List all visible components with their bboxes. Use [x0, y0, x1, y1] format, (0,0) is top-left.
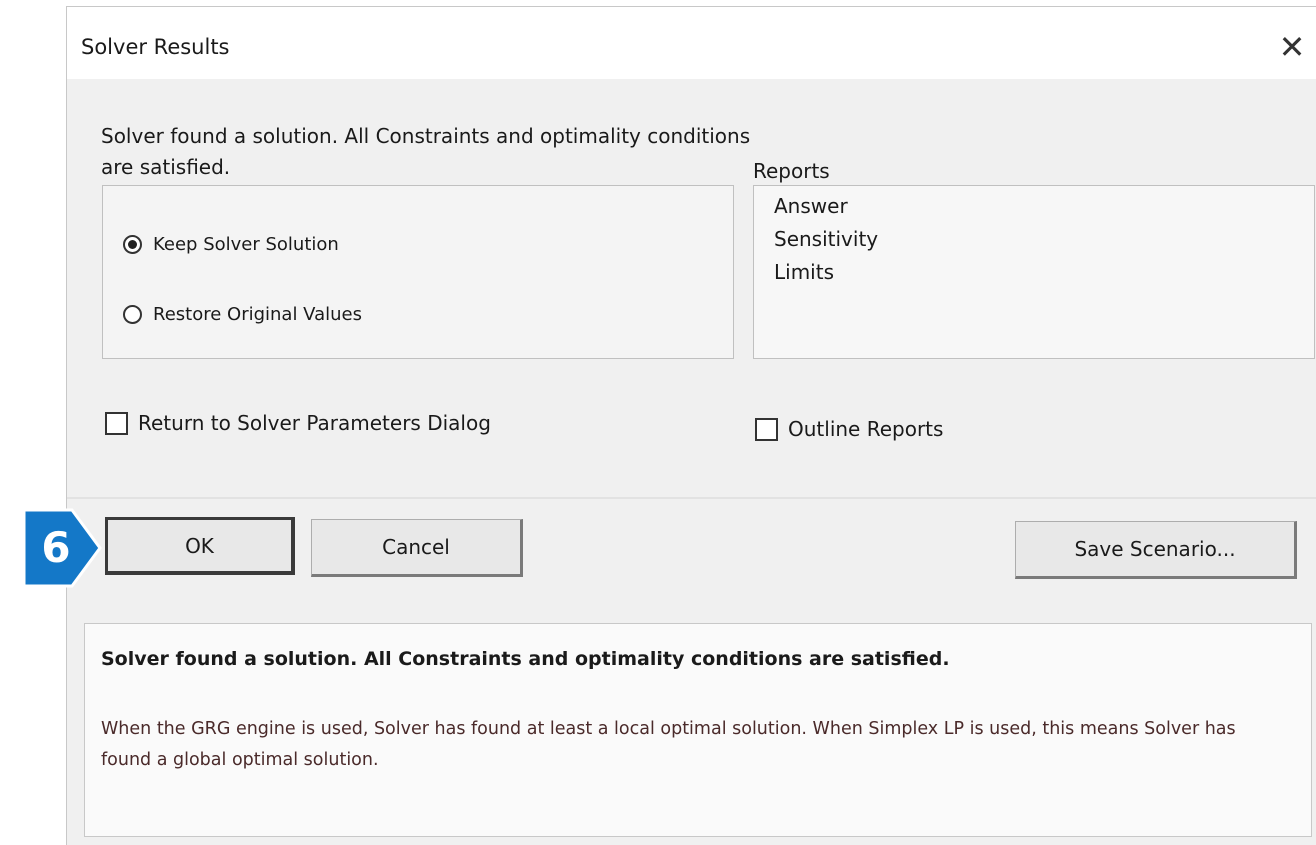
- outline-reports-option[interactable]: Outline Reports: [755, 417, 943, 441]
- restore-original-values-option[interactable]: Restore Original Values: [123, 304, 362, 325]
- restore-original-values-label: Restore Original Values: [153, 304, 362, 325]
- close-icon[interactable]: ✕: [1272, 27, 1312, 67]
- ok-button[interactable]: OK: [105, 517, 295, 575]
- keep-solver-solution-radio[interactable]: [123, 235, 142, 254]
- save-scenario-button[interactable]: Save Scenario...: [1015, 521, 1297, 579]
- outline-reports-label: Outline Reports: [788, 417, 944, 441]
- info-panel: Solver found a solution. All Constraints…: [84, 623, 1312, 837]
- keep-solver-solution-label: Keep Solver Solution: [153, 234, 339, 255]
- info-detail: When the GRG engine is used, Solver has …: [101, 719, 1236, 770]
- dialog-title: Solver Results: [81, 35, 230, 59]
- restore-original-values-radio[interactable]: [123, 305, 142, 324]
- reports-label: Reports: [753, 159, 830, 183]
- reports-listbox[interactable]: Answer Sensitivity Limits: [753, 185, 1315, 359]
- solution-options-group: Keep Solver Solution Restore Original Va…: [102, 185, 734, 359]
- outline-reports-checkbox[interactable]: [755, 417, 778, 441]
- report-item-answer[interactable]: Answer: [774, 190, 1314, 223]
- report-item-limits[interactable]: Limits: [774, 256, 1314, 289]
- cancel-button[interactable]: Cancel: [311, 519, 523, 577]
- step-number: 6: [41, 523, 71, 572]
- report-item-sensitivity[interactable]: Sensitivity: [774, 223, 1314, 256]
- keep-solver-solution-option[interactable]: Keep Solver Solution: [123, 234, 339, 255]
- title-bar: Solver Results ✕: [67, 7, 1316, 79]
- info-headline: Solver found a solution. All Constraints…: [101, 648, 950, 670]
- status-message: Solver found a solution. All Constraints…: [101, 124, 751, 179]
- return-to-params-label: Return to Solver Parameters Dialog: [138, 411, 491, 435]
- return-to-params-checkbox[interactable]: [105, 411, 128, 435]
- divider: [67, 497, 1316, 499]
- return-to-params-option[interactable]: Return to Solver Parameters Dialog: [105, 411, 491, 435]
- solver-results-dialog: Solver Results ✕ Solver found a solution…: [66, 6, 1316, 845]
